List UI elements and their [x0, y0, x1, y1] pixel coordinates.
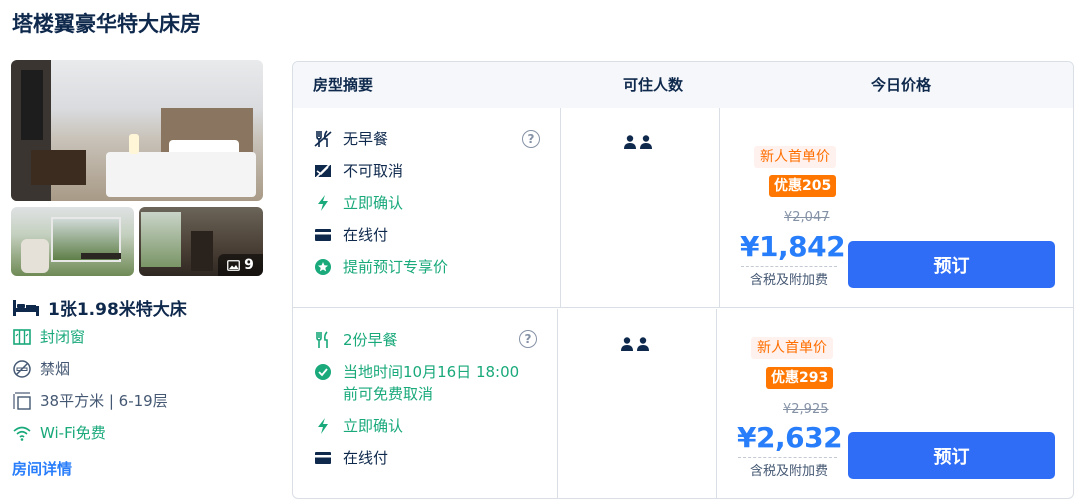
area-icon — [13, 391, 31, 410]
rate-table-header: 房型摘要 可住人数 今日价格 — [293, 62, 1073, 108]
photo-count: 9 — [244, 257, 254, 273]
header-price: 今日价格 — [871, 76, 932, 94]
bed-text: 1张1.98米特大床 — [48, 300, 187, 320]
new-user-price-label: 新人首单价 — [754, 146, 836, 168]
feature-pay-online: 在线付 — [313, 447, 388, 469]
book-button[interactable]: 预订 — [848, 241, 1055, 288]
feature-text: 当地时间10月16日 18:00 — [343, 363, 520, 381]
photo-count-badge[interactable]: 9 — [218, 254, 263, 276]
guest-capacity — [624, 135, 652, 149]
no-smoking-icon — [13, 359, 31, 378]
rate-table: 房型摘要 可住人数 今日价格 无早餐 ? 不可取消 立即确认 在线付 提前预订专… — [292, 61, 1074, 499]
fact-window: 封闭窗 — [12, 326, 85, 347]
feature-text: 无早餐 — [343, 130, 389, 148]
card-icon — [315, 452, 331, 464]
tax-note: 含税及附加费 — [750, 273, 829, 288]
feature-instant-confirm: 立即确认 — [313, 415, 403, 437]
help-icon[interactable]: ? — [519, 330, 537, 348]
person-icon — [624, 135, 636, 149]
feature-text: 在线付 — [343, 449, 389, 467]
feature-text: 2份早餐 — [343, 331, 398, 349]
header-guests: 可住人数 — [623, 76, 684, 94]
person-icon — [637, 337, 649, 351]
feature-no-breakfast: 无早餐 — [313, 128, 388, 150]
card-icon — [315, 229, 331, 241]
check-circle-icon — [315, 364, 331, 380]
discount-badge: 优惠205 — [769, 175, 837, 197]
lightning-icon — [318, 195, 328, 211]
fact-area-text: 38平方米 | 6-19层 — [40, 392, 168, 410]
feature-instant-confirm: 立即确认 — [313, 192, 403, 214]
person-icon — [621, 337, 633, 351]
feature-breakfast: 2份早餐 — [313, 329, 398, 351]
room-photo-thumb-1[interactable] — [11, 207, 134, 276]
help-icon[interactable]: ? — [522, 130, 540, 148]
header-summary: 房型摘要 — [313, 76, 374, 94]
wifi-icon — [13, 426, 31, 441]
original-price: ¥2,047 — [784, 210, 830, 225]
no-breakfast-icon — [314, 130, 332, 147]
feature-text: 不可取消 — [343, 162, 404, 180]
star-badge-icon — [315, 259, 331, 275]
feature-text: 提前预订专享价 — [343, 258, 449, 276]
original-price: ¥2,925 — [783, 402, 829, 417]
breakfast-icon — [316, 331, 328, 348]
tax-note: 含税及附加费 — [750, 464, 829, 479]
lightning-icon — [318, 418, 328, 434]
feature-pay-online: 在线付 — [313, 224, 388, 246]
feature-text-2: 前可免费取消 — [343, 385, 434, 403]
fact-no-smoking: 禁烟 — [12, 358, 70, 379]
rate-row: 2份早餐 ? 当地时间10月16日 18:00 前可免费取消 立即确认 在线付 … — [293, 309, 1073, 498]
feature-early-booking: 提前预订专享价 — [313, 256, 448, 278]
current-price: ¥2,632 — [737, 421, 843, 454]
fact-wifi: Wi-Fi免费 — [12, 422, 106, 443]
feature-text: 在线付 — [343, 226, 389, 244]
image-icon — [227, 259, 241, 271]
room-main-photo[interactable] — [11, 60, 263, 201]
book-button[interactable]: 预订 — [848, 432, 1055, 479]
guest-capacity — [621, 337, 649, 351]
current-price: ¥1,842 — [740, 230, 846, 263]
new-user-price-label: 新人首单价 — [751, 337, 833, 359]
room-details-link[interactable]: 房间详情 — [12, 458, 72, 479]
fact-window-text: 封闭窗 — [40, 328, 86, 346]
discount-badge: 优惠293 — [766, 367, 834, 389]
rate-row: 无早餐 ? 不可取消 立即确认 在线付 提前预订专享价 新人首单价 优惠205 … — [293, 108, 1073, 308]
person-icon — [640, 135, 652, 149]
bed-icon — [13, 299, 39, 316]
bed-info: 1张1.98米特大床 — [12, 295, 187, 320]
feature-text: 立即确认 — [343, 194, 404, 212]
fact-wifi-text: Wi-Fi免费 — [40, 424, 106, 442]
feature-no-cancel: 不可取消 — [313, 160, 403, 182]
room-photo-thumb-2[interactable]: 9 — [139, 207, 263, 276]
feature-text: 立即确认 — [343, 417, 404, 435]
fact-area: 38平方米 | 6-19层 — [12, 390, 168, 411]
room-title: 塔楼翼豪华特大床房 — [12, 12, 201, 36]
fact-no-smoking-text: 禁烟 — [40, 360, 71, 378]
no-cancel-icon — [315, 163, 331, 179]
feature-free-cancel: 当地时间10月16日 18:00 前可免费取消 — [313, 361, 519, 405]
window-icon — [13, 328, 31, 345]
